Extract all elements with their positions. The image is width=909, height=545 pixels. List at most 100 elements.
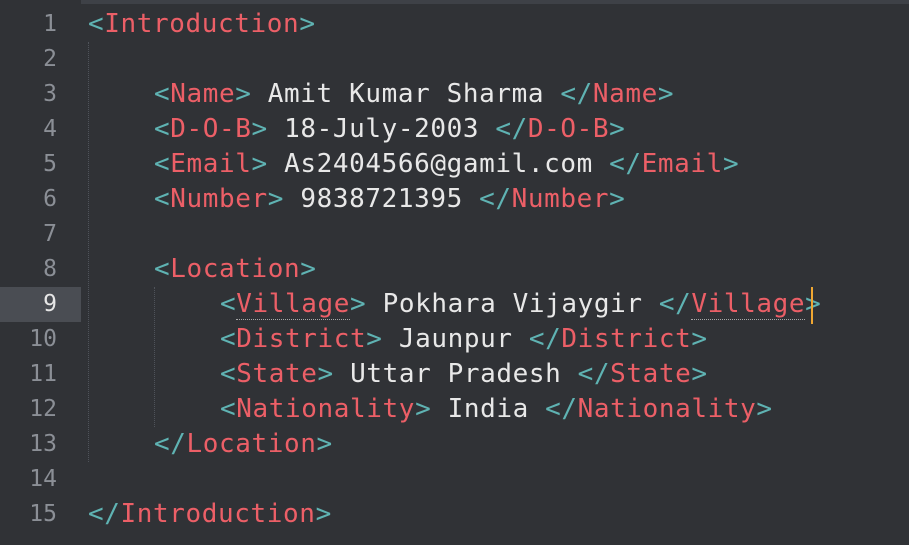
element-value: 18-July-2003 (267, 114, 496, 144)
text-cursor (811, 287, 813, 324)
tag-name: State (236, 359, 318, 389)
code-line[interactable]: 6 <Number> 9838721395 </Number> (0, 182, 909, 217)
code-line[interactable]: 15 </Introduction> (0, 497, 909, 532)
code-text[interactable]: </Location> (154, 427, 333, 462)
tag-name: Introduction (120, 499, 316, 529)
tag-punctuation: < (154, 254, 171, 284)
tag-punctuation: > (315, 499, 332, 529)
tag-punctuation: > (299, 9, 316, 39)
code-line[interactable]: 2 (0, 42, 909, 77)
tag-name: Number (170, 184, 268, 214)
tag-punctuation: < (88, 9, 105, 39)
tag-punctuation: < (154, 149, 171, 179)
line-number: 8 (43, 256, 57, 282)
tag-punctuation: > (235, 79, 252, 109)
element-value: India (431, 394, 546, 424)
tag-name: Nationality (236, 394, 416, 424)
tag-name: Location (186, 429, 317, 459)
code-line[interactable]: 10 <District> Jaunpur </District> (0, 322, 909, 357)
tag-punctuation: < (220, 289, 237, 319)
code-line[interactable]: 3 <Name> Amit Kumar Sharma </Name> (0, 77, 909, 112)
code-line[interactable]: 8 <Location> (0, 252, 909, 287)
line-number: 4 (43, 116, 57, 142)
line-number: 1 (43, 11, 57, 37)
tag-punctuation: </ (577, 359, 611, 389)
code-text[interactable]: <Name> Amit Kumar Sharma </Name> (154, 77, 674, 112)
code-text[interactable]: </Introduction> (88, 497, 332, 532)
line-number: 3 (43, 81, 57, 107)
editor-top-border (0, 0, 909, 4)
tag-punctuation: < (154, 114, 171, 144)
line-number: 2 (43, 46, 57, 72)
tag-punctuation: < (154, 184, 171, 214)
code-line[interactable]: 1 <Introduction> (0, 7, 909, 42)
tag-punctuation: < (220, 324, 237, 354)
line-number: 5 (43, 151, 57, 177)
tag-punctuation: > (691, 324, 708, 354)
code-line[interactable]: 13 </Location> (0, 427, 909, 462)
tag-punctuation: </ (609, 149, 642, 179)
tag-punctuation: > (350, 289, 367, 319)
line-number: 10 (29, 326, 57, 352)
tag-name: Introduction (104, 9, 300, 39)
tag-punctuation: > (251, 114, 268, 144)
tag-punctuation: </ (658, 289, 692, 319)
code-text[interactable]: <Email> As2404566@gamil.com </Email> (154, 147, 739, 182)
tag-punctuation: </ (528, 324, 562, 354)
code-line[interactable]: 4 <D-O-B> 18-July-2003 </D-O-B> (0, 112, 909, 147)
code-text[interactable]: <State> Uttar Pradesh </State> (220, 357, 708, 392)
tag-punctuation: > (300, 254, 317, 284)
tag-name: Email (170, 149, 252, 179)
line-number: 7 (43, 221, 57, 247)
code-editor[interactable]: 1 <Introduction> 2 3 <Name> Amit Kumar S… (0, 0, 909, 545)
code-line[interactable]: 7 (0, 217, 909, 252)
tag-punctuation: > (267, 184, 285, 214)
tag-punctuation: > (317, 359, 334, 389)
code-text[interactable]: <Introduction> (88, 7, 316, 42)
tag-punctuation: > (415, 394, 432, 424)
element-value: Amit Kumar Sharma (251, 79, 561, 109)
code-text[interactable]: <District> Jaunpur </District> (220, 322, 708, 357)
tag-punctuation: < (154, 79, 171, 109)
tag-name: D-O-B (527, 114, 610, 144)
element-value: Uttar Pradesh (333, 359, 578, 389)
tag-name: State (610, 359, 692, 389)
tag-name: Name (170, 79, 236, 109)
code-line[interactable]: 12 <Nationality> India </Nationality> (0, 392, 909, 427)
tag-punctuation: > (805, 289, 822, 319)
tag-punctuation: </ (479, 184, 512, 214)
tag-name: Location (170, 254, 301, 284)
code-line[interactable]: 14 (0, 462, 909, 497)
code-text[interactable]: <Village> Pokhara Vijaygir </Village> (220, 287, 821, 322)
tag-name: D-O-B (170, 114, 252, 144)
tag-name: Number (511, 184, 610, 214)
tag-name: District (561, 324, 692, 354)
code-line-active[interactable]: 9 <Village> Pokhara Vijaygir </Village> (0, 287, 909, 322)
code-text[interactable]: <Number> 9838721395 </Number> (154, 182, 625, 217)
tag-name: Name (592, 79, 658, 109)
line-number: 13 (29, 431, 57, 457)
tag-punctuation: </ (560, 79, 593, 109)
code-line[interactable]: 5 <Email> As2404566@gamil.com </Email> (0, 147, 909, 182)
tag-punctuation: > (316, 429, 333, 459)
line-number: 15 (29, 501, 57, 527)
code-text[interactable]: <D-O-B> 18-July-2003 </D-O-B> (154, 112, 625, 147)
code-line[interactable]: 11 <State> Uttar Pradesh </State> (0, 357, 909, 392)
tag-punctuation: </ (88, 499, 121, 529)
tag-punctuation: < (220, 394, 237, 424)
line-number: 12 (29, 396, 57, 422)
tag-name: Nationality (577, 394, 757, 424)
element-value: Pokhara Vijaygir (366, 289, 659, 319)
tag-punctuation: > (722, 149, 740, 179)
code-text[interactable]: <Location> (154, 252, 317, 287)
tag-punctuation: > (691, 359, 708, 389)
line-number: 6 (43, 186, 57, 212)
tag-punctuation: > (366, 324, 383, 354)
code-text[interactable]: <Nationality> India </Nationality> (220, 392, 773, 427)
tag-punctuation: </ (154, 429, 187, 459)
tag-punctuation: > (609, 184, 626, 214)
line-number: 11 (29, 361, 57, 387)
tag-name: District (236, 324, 367, 354)
line-number: 14 (29, 466, 57, 492)
tag-name-matched: Village (691, 289, 806, 320)
